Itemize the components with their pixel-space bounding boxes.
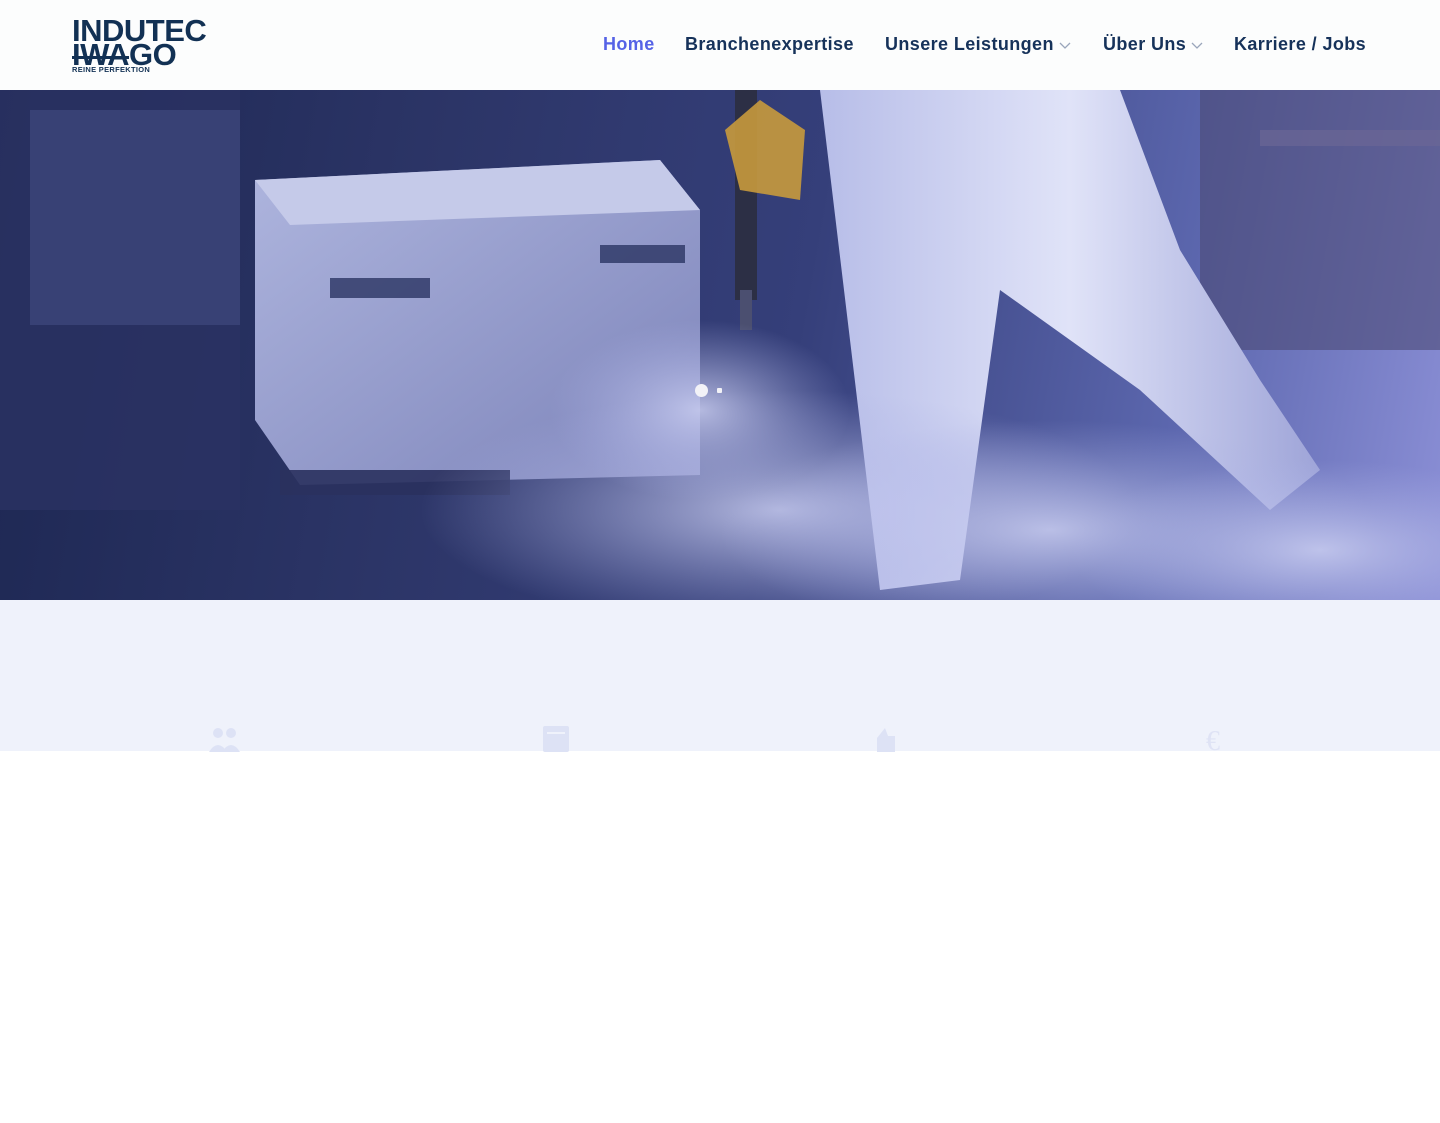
- slider-dot-2[interactable]: [717, 388, 722, 393]
- chevron-down-icon: [1190, 38, 1204, 52]
- chevron-down-icon: [1058, 38, 1072, 52]
- nav-ueber-uns-label: Über Uns: [1103, 34, 1187, 54]
- site-header: INDUTEC IWAGO REINE PERFEKTION Home Bran…: [0, 0, 1440, 90]
- nav-branchenexpertise[interactable]: Branchenexpertise: [685, 34, 854, 55]
- nav-unsere-leistungen[interactable]: Unsere Leistungen: [885, 34, 1072, 55]
- hero-slider: [0, 90, 1440, 600]
- document-icon: [540, 724, 576, 754]
- nav-home[interactable]: Home: [603, 34, 655, 55]
- logo-tagline: REINE PERFEKTION: [72, 65, 151, 74]
- main-nav: Home Branchenexpertise Unsere Leistungen…: [0, 34, 1440, 58]
- people-icon: [207, 724, 243, 754]
- nav-home-label: Home: [603, 34, 655, 54]
- nav-branchenexpertise-label: Branchenexpertise: [685, 34, 854, 54]
- euro-icon: €: [1206, 726, 1220, 757]
- nav-karriere-jobs-label: Karriere / Jobs: [1234, 34, 1367, 54]
- nav-unsere-leistungen-label: Unsere Leistungen: [885, 34, 1054, 54]
- thumbs-up-icon: [868, 724, 904, 754]
- slider-dot-1[interactable]: [695, 384, 708, 397]
- hero-image: [0, 90, 1440, 600]
- nav-karriere-jobs[interactable]: Karriere / Jobs: [1234, 34, 1366, 55]
- slider-pagination: [695, 384, 735, 398]
- nav-ueber-uns[interactable]: Über Uns: [1103, 34, 1204, 55]
